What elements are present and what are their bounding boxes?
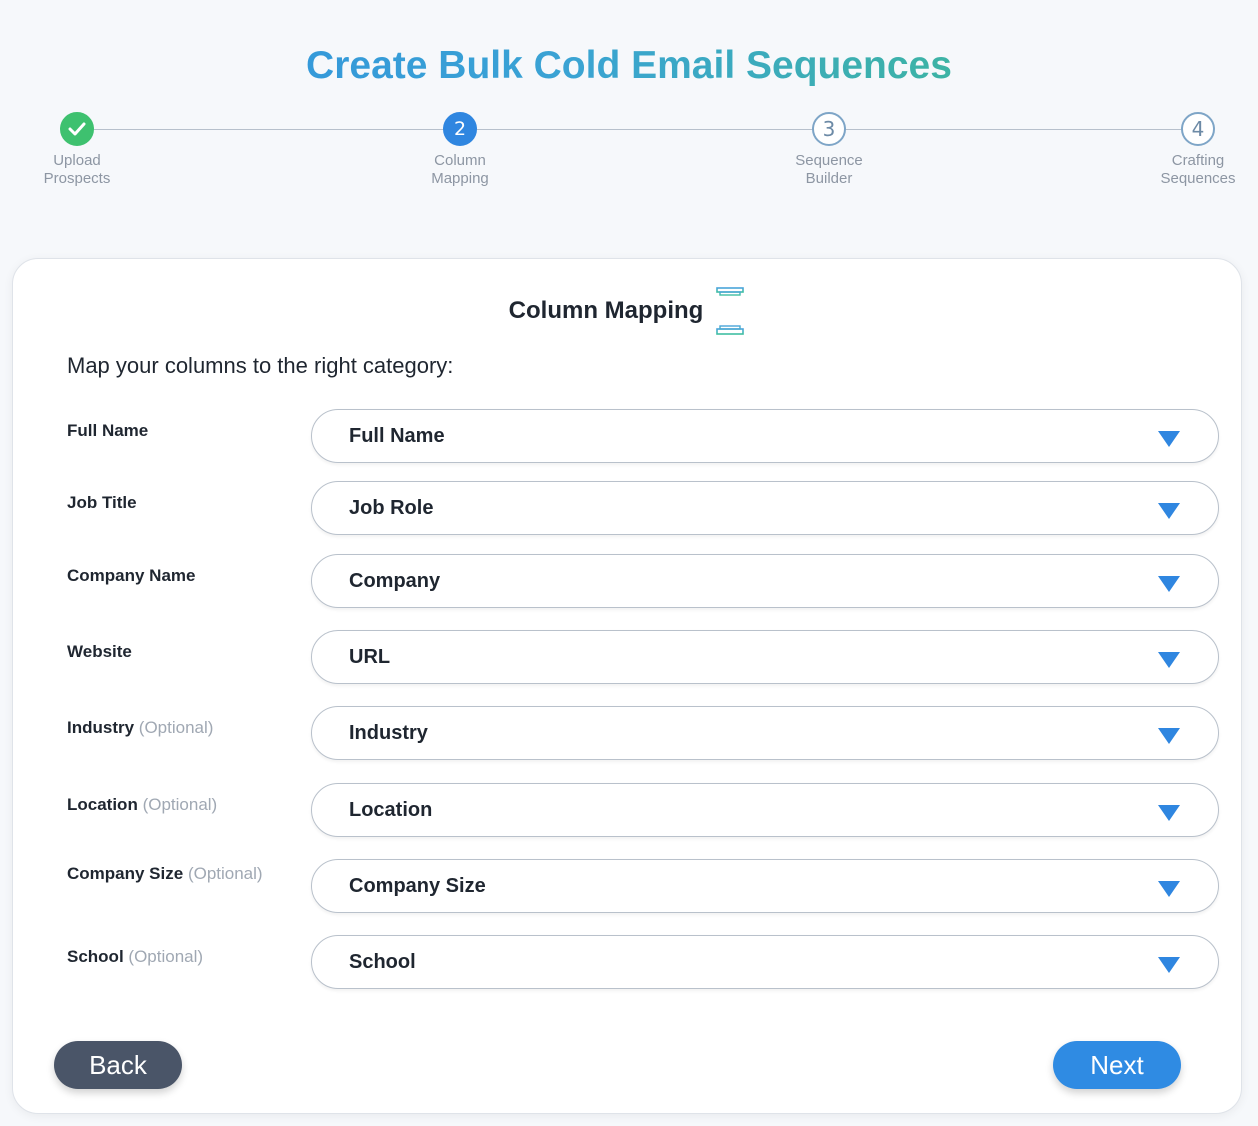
step-label-line: Crafting (1171, 152, 1225, 169)
step-column-mapping[interactable]: 2 Column Mapping (390, 112, 530, 188)
step-crafting-sequences[interactable]: 4 Crafting Sequences (1128, 112, 1258, 188)
field-label: Company Size (67, 864, 184, 883)
job-title-select[interactable]: Job Role (311, 481, 1219, 535)
dropdown-arrow-icon (1158, 652, 1180, 668)
step-label-line: Upload (53, 152, 101, 169)
column-pillar-icon (715, 286, 745, 336)
selected-value: Company Size (349, 874, 486, 897)
dropdown-arrow-icon (1158, 957, 1180, 973)
step-label-line: Sequence (795, 152, 863, 169)
selected-value: Location (349, 798, 433, 821)
step-label-line: Sequences (1160, 170, 1236, 187)
selected-value: Job Role (349, 496, 434, 519)
dropdown-arrow-icon (1158, 503, 1180, 519)
optional-tag: (Optional) (187, 864, 263, 883)
card-title: Column Mapping (508, 297, 704, 324)
selected-value: School (349, 950, 416, 973)
step-label-line: Mapping (431, 170, 489, 187)
dropdown-arrow-icon (1158, 805, 1180, 821)
company-name-select[interactable]: Company (311, 554, 1219, 608)
location-select[interactable]: Location (311, 783, 1219, 837)
selected-value: Full Name (349, 424, 445, 447)
step-upload-prospects[interactable]: Upload Prospects (7, 112, 147, 188)
back-button[interactable]: Back (54, 1041, 182, 1089)
full-name-select[interactable]: Full Name (311, 409, 1219, 463)
step-label-line: Prospects (43, 170, 111, 187)
selected-value: Industry (349, 721, 428, 744)
optional-tag: (Optional) (138, 718, 214, 737)
school-select[interactable]: School (311, 935, 1219, 989)
industry-select[interactable]: Industry (311, 706, 1219, 760)
progress-stepper: Upload Prospects 2 Column Mapping 3 Sequ… (0, 112, 1258, 202)
field-label: Website (67, 642, 132, 661)
page-title: Create Bulk Cold Email Sequences (0, 40, 1258, 92)
mapping-row-school: School (Optional) School (13, 935, 1241, 989)
mapping-row-company-size: Company Size (Optional) Company Size (13, 859, 1241, 913)
field-label: Location (67, 795, 138, 814)
optional-tag: (Optional) (142, 795, 218, 814)
dropdown-arrow-icon (1158, 576, 1180, 592)
mapping-row-job-title: Job Title Job Role (13, 481, 1241, 535)
optional-tag: (Optional) (128, 947, 204, 966)
selected-value: URL (349, 645, 391, 668)
dropdown-arrow-icon (1158, 431, 1180, 447)
step-number: 2 (443, 112, 477, 146)
mapping-row-full-name: Full Name Full Name (13, 409, 1241, 463)
mapping-row-industry: Industry (Optional) Industry (13, 706, 1241, 760)
step-label-line: Column (434, 152, 486, 169)
field-label: Full Name (67, 421, 149, 440)
dropdown-arrow-icon (1158, 881, 1180, 897)
next-button[interactable]: Next (1053, 1041, 1181, 1089)
step-number: 4 (1181, 112, 1215, 146)
column-mapping-card: Column Mapping Map your columns to the r… (12, 258, 1242, 1114)
field-label: Company Name (67, 566, 196, 585)
field-label: Job Title (67, 493, 137, 512)
field-label: Industry (67, 718, 135, 737)
company-size-select[interactable]: Company Size (311, 859, 1219, 913)
website-select[interactable]: URL (311, 630, 1219, 684)
step-label-line: Builder (805, 170, 853, 187)
field-label: School (67, 947, 124, 966)
card-header: Column Mapping (13, 283, 1241, 339)
mapping-row-website: Website URL (13, 630, 1241, 684)
step-check-icon (60, 112, 94, 146)
dropdown-arrow-icon (1158, 728, 1180, 744)
mapping-instructions: Map your columns to the right category: (67, 353, 454, 378)
selected-value: Company (349, 569, 441, 592)
step-number: 3 (812, 112, 846, 146)
mapping-row-company-name: Company Name Company (13, 554, 1241, 608)
step-sequence-builder[interactable]: 3 Sequence Builder (759, 112, 899, 188)
mapping-row-location: Location (Optional) Location (13, 783, 1241, 837)
